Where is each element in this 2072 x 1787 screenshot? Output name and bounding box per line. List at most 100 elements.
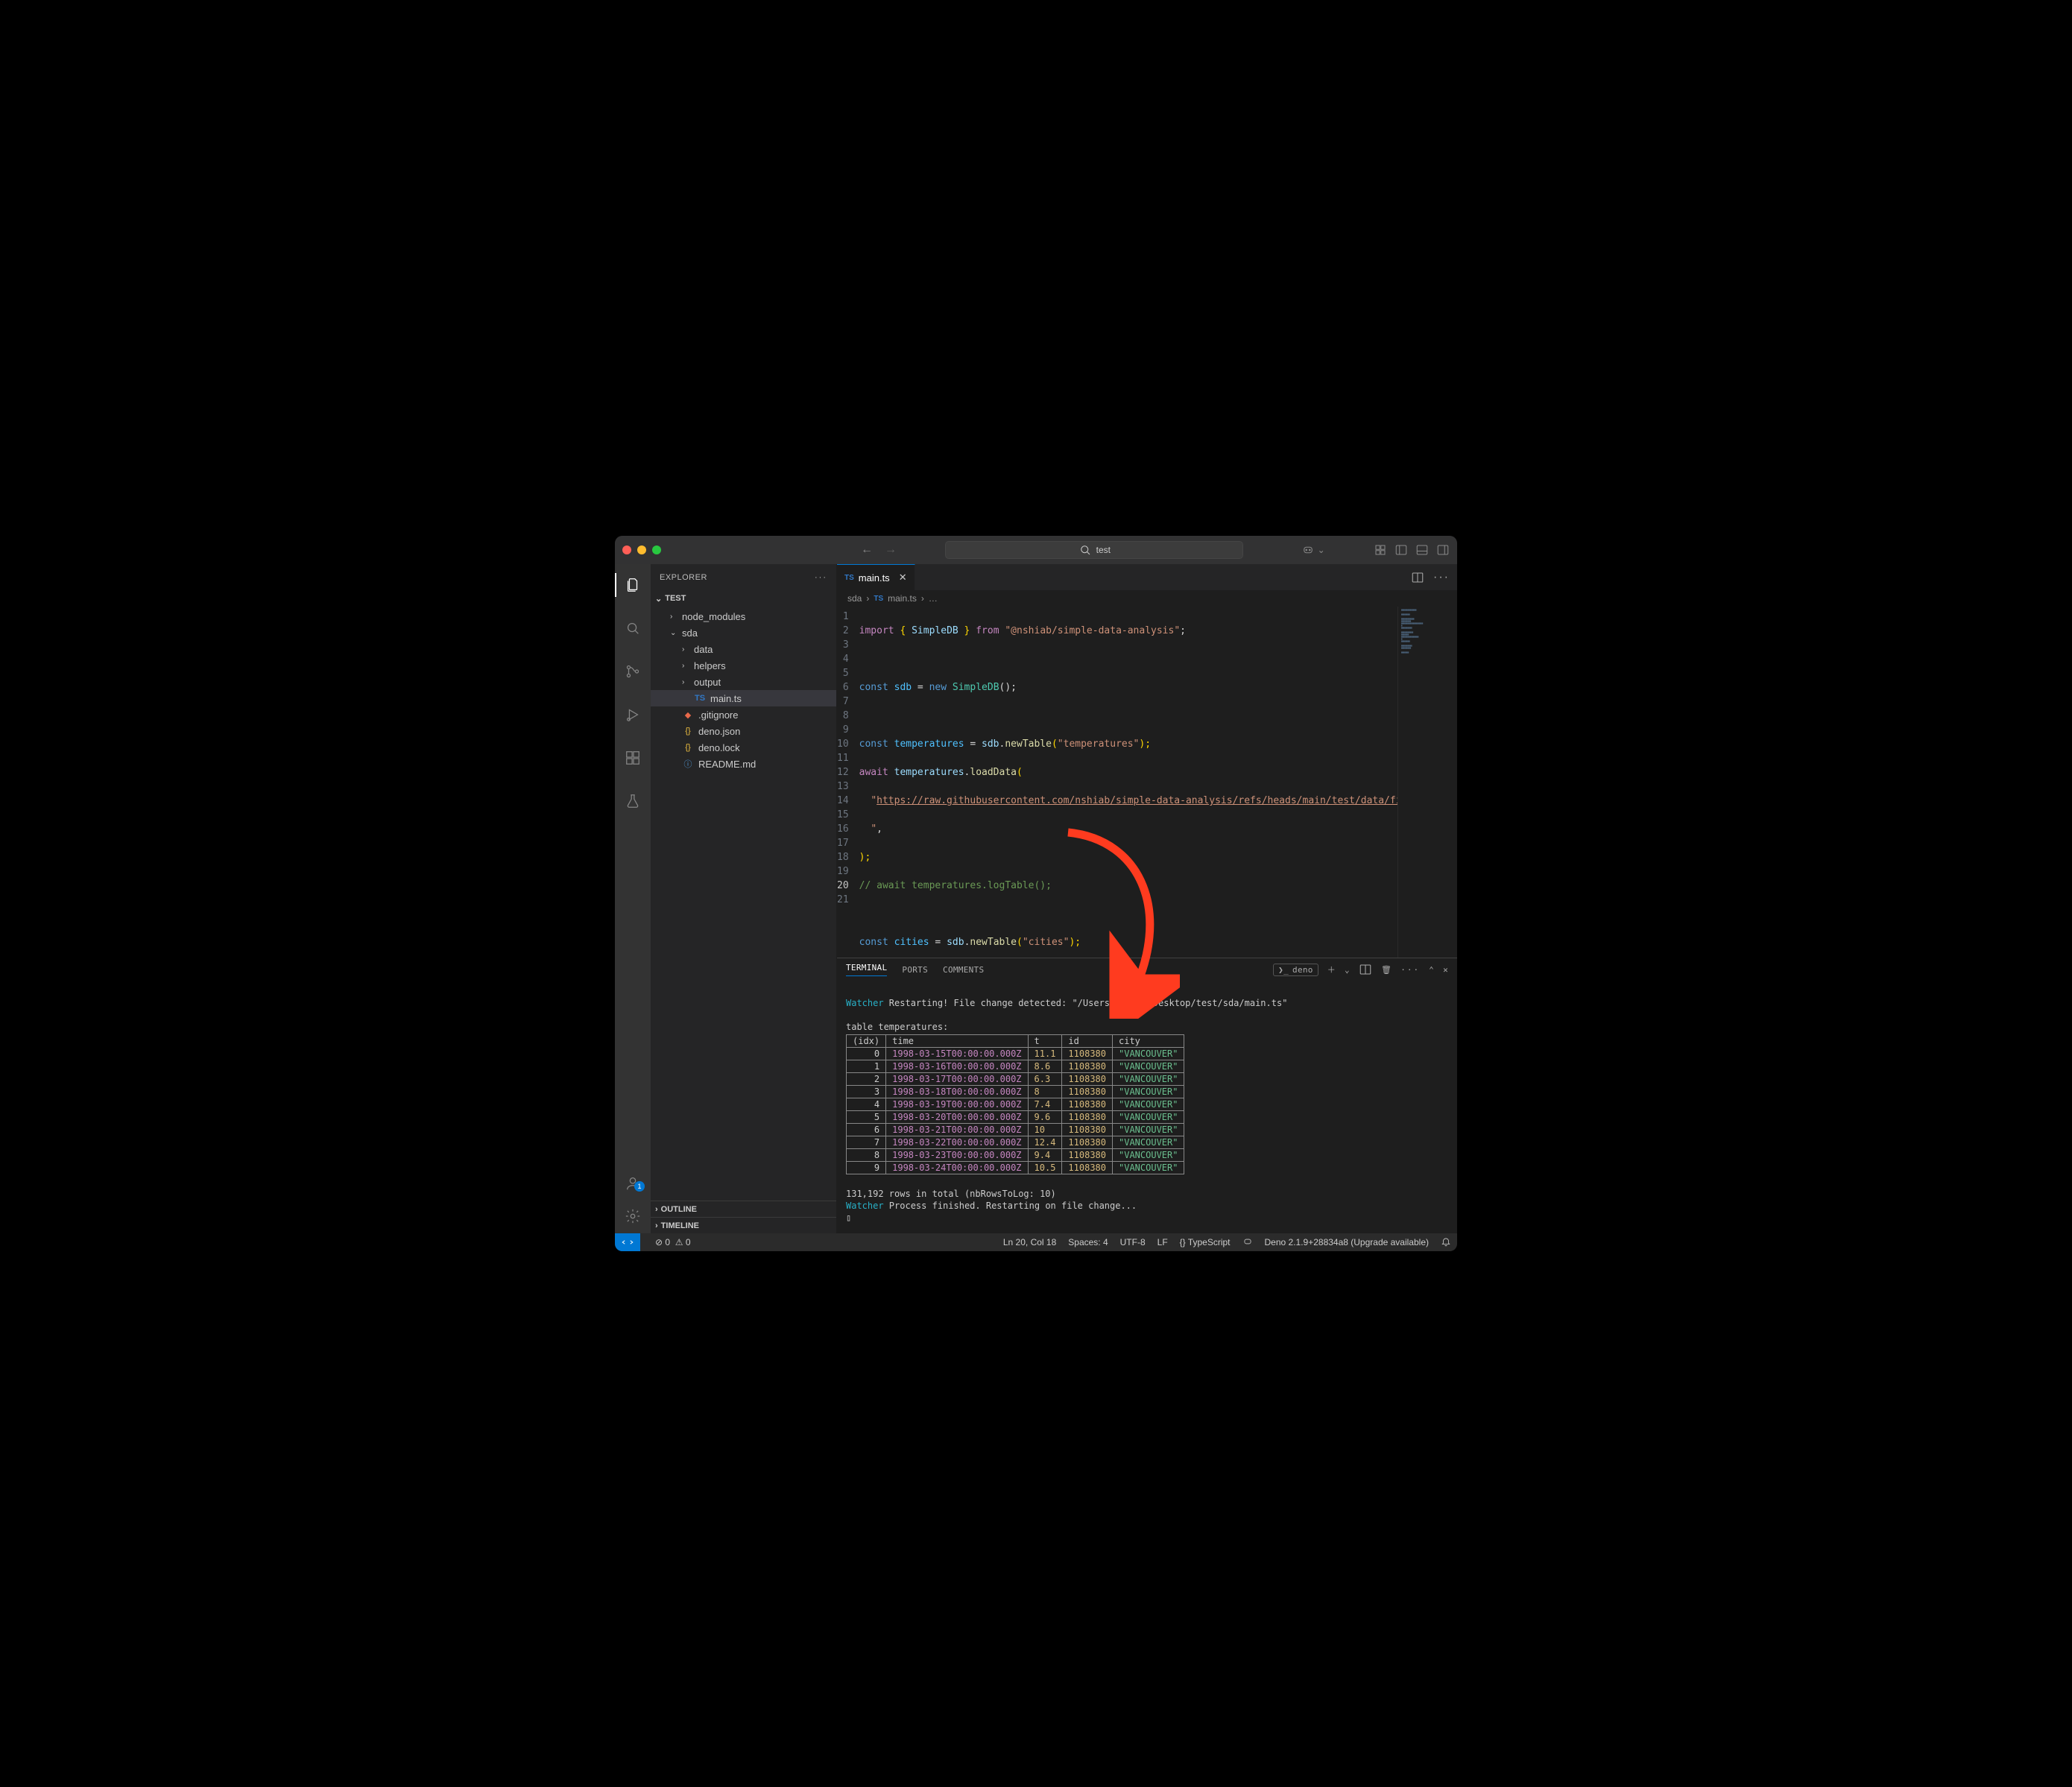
line-numbers: 123456789101112131415161718192021: [837, 607, 859, 958]
toggle-primary-sidebar-icon[interactable]: [1395, 543, 1408, 557]
tree-label: deno.json: [698, 726, 740, 737]
forward-button[interactable]: →: [885, 543, 897, 557]
new-terminal-button[interactable]: ＋: [1327, 964, 1336, 975]
gear-icon: [625, 1208, 641, 1224]
deno-status[interactable]: Deno 2.1.9+28834a8 (Upgrade available): [1265, 1237, 1430, 1247]
table-row: 91998-03-24T00:00:00.000Z10.51108380"VAN…: [847, 1162, 1184, 1174]
command-center-search[interactable]: test: [945, 541, 1243, 559]
close-tab-button[interactable]: ✕: [899, 572, 907, 583]
json-file-icon: {}: [682, 727, 694, 736]
tree-folder-node-modules[interactable]: ›node_modules: [651, 608, 836, 624]
panel-more-button[interactable]: ···: [1400, 965, 1420, 975]
table-row: 11998-03-16T00:00:00.000Z8.61108380"VANC…: [847, 1060, 1184, 1073]
tree-file-readme[interactable]: ⓘREADME.md: [651, 756, 836, 772]
tree-file-gitignore[interactable]: ◆ .gitignore: [651, 706, 836, 723]
terminal-profile-chip[interactable]: ❯_deno: [1273, 964, 1318, 976]
remote-indicator[interactable]: [615, 1233, 640, 1251]
copilot-indicator[interactable]: ⌄: [1301, 543, 1325, 557]
activity-accounts[interactable]: 1: [615, 1172, 651, 1195]
maximize-panel-button[interactable]: ⌃: [1429, 965, 1434, 975]
terminal-dropdown-button[interactable]: ⌄: [1345, 965, 1350, 975]
tree-label: data: [694, 644, 713, 655]
editor-actions: ···: [1403, 564, 1457, 590]
copilot-status[interactable]: [1242, 1236, 1253, 1249]
editor-more-button[interactable]: ···: [1433, 571, 1450, 584]
breadcrumb-file: main.ts: [888, 593, 917, 604]
code-editor[interactable]: 123456789101112131415161718192021 import…: [837, 607, 1397, 958]
watcher-label: Watcher: [846, 998, 884, 1008]
eol-status[interactable]: LF: [1157, 1237, 1168, 1247]
tree-label: .gitignore: [698, 709, 738, 721]
timeline-section[interactable]: ›TIMELINE: [651, 1217, 836, 1233]
status-bar: ⊘ 0 ⚠ 0 Ln 20, Col 18 Spaces: 4 UTF-8 LF…: [615, 1233, 1457, 1251]
explorer-header: EXPLORER ···: [651, 564, 836, 590]
copilot-icon: [1301, 543, 1315, 557]
vscode-window: ← → test ⌄: [615, 536, 1457, 1251]
close-window-button[interactable]: [622, 545, 631, 554]
chevron-down-icon: ⌄: [670, 629, 677, 637]
split-editor-icon[interactable]: [1411, 571, 1424, 584]
terminal-output[interactable]: Watcher Restarting! File change detected…: [837, 981, 1457, 1233]
panel-tab-comments[interactable]: COMMENTS: [943, 965, 984, 975]
minimize-window-button[interactable]: [637, 545, 646, 554]
problems-indicator[interactable]: ⊘ 0 ⚠ 0: [655, 1237, 691, 1247]
activity-source-control[interactable]: [615, 657, 651, 686]
debug-icon: [625, 706, 641, 723]
remote-icon: [621, 1236, 634, 1249]
indentation-status[interactable]: Spaces: 4: [1068, 1237, 1108, 1247]
terminal-table: (idx) time t id city 01998-03-15T00:00:0…: [846, 1034, 1184, 1174]
explorer-more-button[interactable]: ···: [815, 573, 827, 582]
toggle-panel-icon[interactable]: [1415, 543, 1429, 557]
activity-testing[interactable]: [615, 786, 651, 816]
titlebar-layout-controls: [1374, 543, 1450, 557]
tree-label: output: [694, 677, 721, 688]
tree-folder-data[interactable]: ›data: [651, 641, 836, 657]
outline-section[interactable]: ›OUTLINE: [651, 1201, 836, 1217]
minimap[interactable]: ▓▓▓▓▓▓▓▓▓▓▓▓▓▓ ▓▓▓▓▓▓▓▓▓▓▓▓▓▓▓▓▓▓▓▓▓▓▓▓▓…: [1397, 607, 1457, 958]
explorer-title: EXPLORER: [660, 573, 707, 582]
activity-settings[interactable]: [615, 1205, 651, 1227]
panel-tab-ports[interactable]: PORTS: [902, 965, 928, 975]
activity-search[interactable]: [615, 613, 651, 643]
tree-folder-helpers[interactable]: ›helpers: [651, 657, 836, 674]
git-file-icon: ◆: [682, 710, 694, 720]
tree-file-deno-lock[interactable]: {}deno.lock: [651, 739, 836, 756]
notifications-button[interactable]: [1441, 1236, 1451, 1249]
tree-file-deno-json[interactable]: {} deno.json: [651, 723, 836, 739]
explorer-sidebar: EXPLORER ··· ⌄ TEST ›node_modules ⌄sda ›…: [651, 564, 837, 1233]
split-terminal-icon[interactable]: [1359, 963, 1372, 976]
activity-extensions[interactable]: [615, 743, 651, 773]
panel-tab-terminal[interactable]: TERMINAL: [846, 963, 887, 976]
terminal-cursor: ▯: [846, 1212, 851, 1223]
chevron-right-icon: ›: [866, 593, 869, 604]
watcher-label: Watcher: [846, 1201, 884, 1211]
section-label: OUTLINE: [661, 1205, 697, 1214]
back-button[interactable]: ←: [861, 543, 873, 557]
tab-main-ts[interactable]: TS main.ts ✕: [837, 564, 915, 590]
tree-folder-output[interactable]: ›output: [651, 674, 836, 690]
json-file-icon: {}: [682, 743, 694, 752]
tree-label: main.ts: [710, 693, 742, 704]
kill-terminal-button[interactable]: 🗑: [1381, 965, 1392, 975]
activity-run-debug[interactable]: [615, 700, 651, 730]
zoom-window-button[interactable]: [652, 545, 661, 554]
breadcrumb[interactable]: sda › TS main.ts › …: [837, 590, 1457, 607]
col-city: city: [1113, 1035, 1184, 1048]
extensions-icon: [625, 750, 641, 766]
encoding-status[interactable]: UTF-8: [1120, 1237, 1146, 1247]
terminal-profile-label: deno: [1292, 965, 1313, 975]
close-panel-button[interactable]: ✕: [1443, 965, 1448, 975]
info-file-icon: ⓘ: [682, 758, 694, 770]
toggle-secondary-sidebar-icon[interactable]: [1436, 543, 1450, 557]
tree-folder-sda[interactable]: ⌄sda: [651, 624, 836, 641]
chevron-right-icon: ›: [670, 613, 677, 621]
folder-section-header[interactable]: ⌄ TEST: [651, 590, 836, 607]
tree-file-main-ts[interactable]: TSmain.ts: [651, 690, 836, 706]
chevron-down-icon: ⌄: [1318, 545, 1325, 555]
activity-explorer[interactable]: [615, 570, 651, 600]
language-mode[interactable]: {} TypeScript: [1180, 1237, 1231, 1247]
beaker-icon: [625, 793, 641, 809]
table-title: table temperatures:: [846, 1022, 948, 1032]
cursor-position[interactable]: Ln 20, Col 18: [1003, 1237, 1056, 1247]
layout-customize-icon[interactable]: [1374, 543, 1387, 557]
